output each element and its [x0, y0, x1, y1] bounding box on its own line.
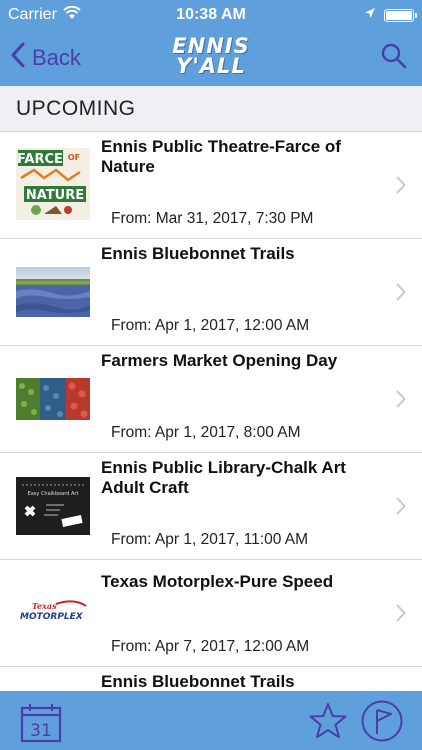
navigation-bar: Back ENNIS Y'ALL [0, 30, 422, 86]
app-logo: ENNIS Y'ALL [172, 34, 250, 78]
of-word: OF [68, 153, 80, 162]
flag-tab-button[interactable] [360, 699, 404, 743]
status-left: Carrier [8, 5, 81, 25]
chevron-left-icon [10, 42, 26, 74]
chevron-right-icon [396, 176, 406, 199]
event-date: From: Apr 1, 2017, 8:00 AM [111, 424, 301, 441]
star-icon [309, 703, 347, 739]
event-row[interactable]: FARCE OF NATURE Ennis Public Theatre-Far… [0, 132, 422, 239]
battery-icon [384, 8, 417, 22]
logo-line-1: ENNIS [172, 34, 250, 58]
flag-icon [361, 700, 403, 742]
calendar-tab-button[interactable]: 31 [20, 703, 62, 743]
chevron-right-icon [396, 390, 406, 413]
chalkboard-flyer: Easy Chalkboard Art [16, 477, 90, 535]
produce-market-photo [16, 378, 90, 420]
event-date: From: Apr 1, 2017, 11:00 AM [111, 531, 309, 548]
chevron-right-icon [396, 604, 406, 627]
bottom-tab-bar: 31 [0, 691, 422, 750]
event-title: Texas Motorplex-Pure Speed [101, 572, 334, 591]
event-row[interactable]: Texas MOTORPLEX Texas Motorplex-Pure Spe… [0, 560, 422, 667]
event-row[interactable]: Farmers Market Opening Day From: Apr 1, … [0, 346, 422, 453]
chalk-flyer-text: Easy Chalkboard Art [28, 491, 79, 497]
chevron-right-icon [396, 497, 406, 520]
motorplex-name-word: MOTORPLEX [20, 612, 84, 622]
event-row[interactable]: Easy Chalkboard Art Ennis Public Library… [0, 453, 422, 560]
carrier-label: Carrier [8, 6, 57, 23]
event-title: Ennis Bluebonnet Trails [101, 244, 295, 263]
event-date: From: Apr 1, 2017, 12:00 AM [111, 317, 310, 334]
calendar-icon: 31 [20, 704, 62, 743]
event-title: Ennis Bluebonnet Trails [101, 672, 295, 691]
calendar-day: 31 [30, 721, 52, 741]
back-button[interactable]: Back [10, 42, 81, 74]
farce-word: FARCE [17, 152, 63, 167]
event-title: Farmers Market Opening Day [101, 351, 338, 370]
status-bar: Carrier 10:38 AM [0, 0, 422, 30]
motorplex-texas-word: Texas [32, 601, 57, 611]
logo-line-2: Y'ALL [176, 54, 246, 78]
farce-of-nature-poster: FARCE OF NATURE [16, 148, 90, 220]
event-title: Ennis Public Library-Chalk Art Adult Cra… [101, 458, 346, 497]
section-header-upcoming: UPCOMING [0, 86, 422, 132]
status-right [364, 6, 417, 24]
favorites-tab-button[interactable] [308, 701, 348, 741]
texas-motorplex-logo: Texas MOTORPLEX [16, 596, 90, 626]
nature-word: NATURE [26, 188, 84, 203]
wifi-icon [63, 5, 81, 25]
location-arrow-icon [364, 6, 376, 24]
event-date: From: Mar 31, 2017, 7:30 PM [111, 210, 314, 227]
chevron-right-icon [396, 283, 406, 306]
search-button[interactable] [376, 40, 412, 76]
bluebonnet-field-photo [16, 267, 90, 317]
back-label: Back [32, 45, 81, 70]
search-icon [380, 42, 408, 75]
event-title: Ennis Public Theatre-Farce of Nature [101, 137, 341, 176]
event-date: From: Apr 7, 2017, 12:00 AM [111, 638, 310, 655]
event-row[interactable]: Ennis Bluebonnet Trails [0, 667, 422, 691]
event-row[interactable]: Ennis Bluebonnet Trails From: Apr 1, 201… [0, 239, 422, 346]
event-list[interactable]: FARCE OF NATURE Ennis Public Theatre-Far… [0, 132, 422, 691]
